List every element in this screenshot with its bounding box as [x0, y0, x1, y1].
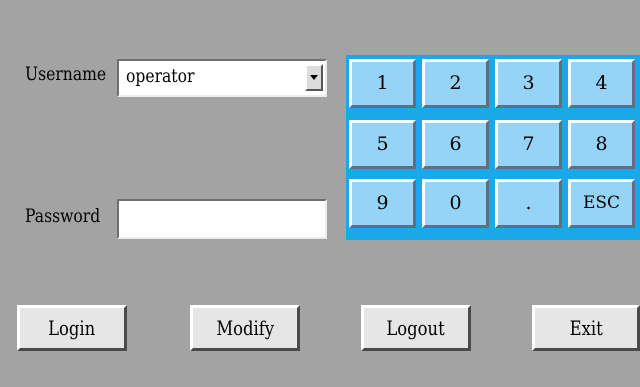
keypad-key-0[interactable]: 0 [422, 179, 489, 228]
chevron-down-icon [310, 75, 318, 80]
password-field[interactable] [117, 199, 327, 239]
keypad-key-3[interactable]: 3 [495, 59, 562, 108]
keypad-key-dot[interactable]: . [495, 179, 562, 228]
keypad-key-1[interactable]: 1 [349, 59, 416, 108]
keypad-key-7[interactable]: 7 [495, 120, 562, 169]
keypad-key-6[interactable]: 6 [422, 120, 489, 169]
username-selected-value: operator [126, 65, 195, 87]
keypad-key-9[interactable]: 9 [349, 179, 416, 228]
login-button-label: Login [48, 316, 96, 340]
keypad-key-4[interactable]: 4 [568, 59, 635, 108]
exit-button-label: Exit [569, 316, 603, 340]
logout-button[interactable]: Logout [361, 305, 471, 351]
modify-button[interactable]: Modify [190, 305, 300, 351]
username-label: Username [25, 63, 107, 85]
keypad-key-8[interactable]: 8 [568, 120, 635, 169]
login-button[interactable]: Login [17, 305, 127, 351]
logout-button-label: Logout [386, 316, 446, 340]
username-dropdown[interactable]: operator [117, 59, 327, 97]
exit-button[interactable]: Exit [532, 305, 640, 351]
keypad-key-esc[interactable]: ESC [568, 179, 635, 228]
keypad-key-2[interactable]: 2 [422, 59, 489, 108]
numeric-keypad: 1 2 3 4 5 6 7 8 9 0. ESC [346, 55, 640, 240]
modify-button-label: Modify [216, 316, 274, 340]
password-label: Password [25, 205, 101, 227]
dropdown-arrow-button[interactable] [305, 64, 323, 91]
keypad-key-5[interactable]: 5 [349, 120, 416, 169]
